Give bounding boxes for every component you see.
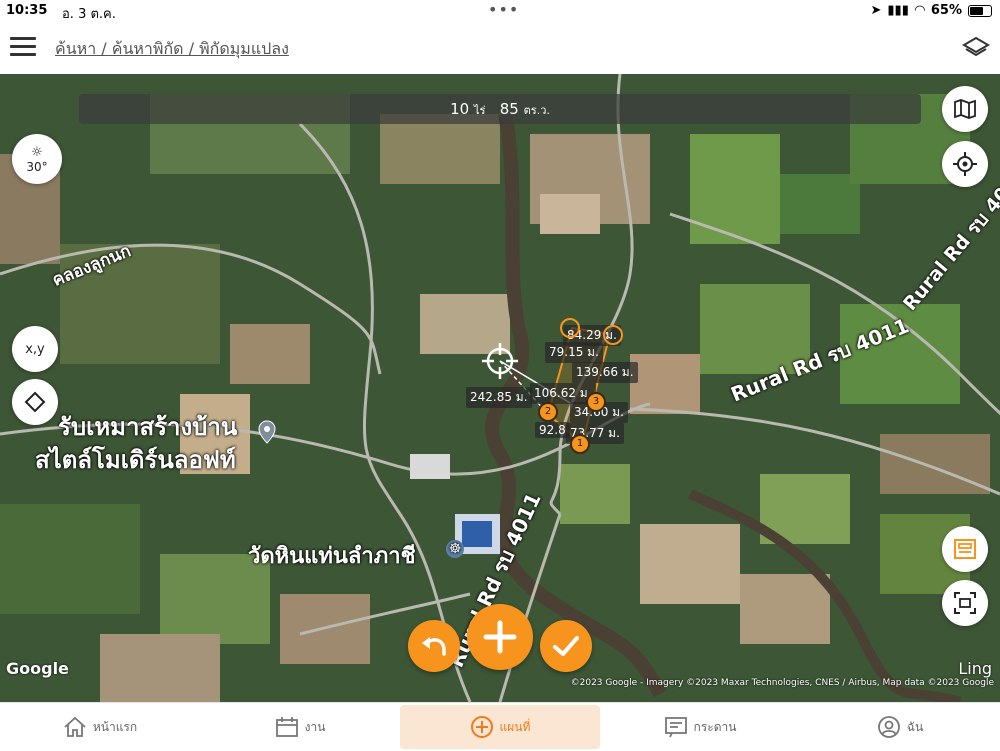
ling-label: Ling <box>958 659 992 678</box>
header: ค้นหา / ค้นหาพิกัด / พิกัดมุมแปลง <box>0 22 1000 74</box>
capture-button[interactable] <box>942 580 988 626</box>
measurement-label: 242.85 ม. <box>466 387 532 408</box>
board-icon <box>664 717 687 738</box>
plot-vertex[interactable]: 3 <box>586 392 606 412</box>
tab-map[interactable]: แผนที่ <box>400 705 600 749</box>
location-arrow-icon: ➤ <box>870 3 882 18</box>
measurement-label: 79.15 ม. <box>545 342 603 363</box>
plot-vertex[interactable]: 2 <box>538 402 558 422</box>
measurement-label: 92.8 <box>535 422 570 438</box>
calendar-icon <box>275 717 298 737</box>
area-summary: 10 ไร่ 85 ตร.ว. <box>79 94 921 124</box>
undo-icon <box>422 637 446 656</box>
temple-label: วัดหินแท่นลำภาชี <box>248 544 416 569</box>
xy-coordinate-button[interactable]: x,y <box>12 326 58 372</box>
plot-vertex[interactable] <box>560 318 580 338</box>
plus-icon <box>483 620 517 654</box>
sun-angle-button[interactable]: ☼ 30° <box>12 134 62 184</box>
home-icon <box>64 716 86 737</box>
breadcrumb[interactable]: ค้นหา / ค้นหาพิกัด / พิกัดมุมแปลง <box>55 37 289 62</box>
confirm-button[interactable] <box>540 620 592 672</box>
plot-vertex[interactable]: 1 <box>570 434 590 454</box>
temple-pin-icon[interactable]: ☸ <box>446 540 464 558</box>
diamond-icon <box>24 391 46 413</box>
undo-button[interactable] <box>408 620 460 672</box>
signal-icon: ▮▮▮ <box>887 3 909 18</box>
tab-work-label: งาน <box>304 719 326 734</box>
user-icon <box>877 716 900 738</box>
sun-angle-value: 30° <box>26 159 48 174</box>
report-button[interactable] <box>942 526 988 572</box>
tab-map-label: แผนที่ <box>499 719 531 734</box>
my-location-button[interactable] <box>942 141 988 187</box>
status-bar: 10:35 อ. 3 ต.ค. ••• ➤ ▮▮▮ ◠ 65% <box>0 0 1000 22</box>
tab-board[interactable]: กระดาน <box>600 703 800 751</box>
screenshot-icon <box>954 592 976 614</box>
sun-icon: ☼ <box>31 144 43 160</box>
bottom-tab-bar: หน้าแรก งาน แผนที่ กระดาน ฉัน <box>0 702 1000 751</box>
report-icon <box>954 539 976 559</box>
status-date: อ. 3 ต.ค. <box>62 7 116 22</box>
area-rai-value: 10 <box>450 100 470 118</box>
add-point-button[interactable] <box>467 604 533 670</box>
menu-icon[interactable] <box>10 37 36 57</box>
xy-label: x,y <box>25 341 45 357</box>
map-copyright[interactable]: ©2023 Google - Imagery ©2023 Maxar Techn… <box>571 678 994 688</box>
business-label-line2: สไตล์โมเดิร์นลอฟท์ <box>35 446 236 474</box>
map-icon <box>954 99 976 119</box>
satellite-map[interactable]: 10 ไร่ 85 ตร.ว. ☼ 30° x,y คลองลูกนก รับเ… <box>0 74 1000 702</box>
wifi-icon: ◠ <box>914 3 925 18</box>
status-time: 10:35 <box>6 3 48 18</box>
direction-button[interactable] <box>12 379 58 425</box>
crosshair-target-icon <box>482 343 518 379</box>
map-pin-icon[interactable] <box>258 420 276 444</box>
tab-home[interactable]: หน้าแรก <box>0 703 200 751</box>
crosshair-icon <box>953 152 977 176</box>
check-icon <box>553 636 579 656</box>
plot-vertex[interactable] <box>603 325 623 345</box>
plus-circle-icon <box>470 716 493 738</box>
area-rai-unit: ไร่ <box>474 104 486 117</box>
battery-icon <box>968 4 992 17</box>
tab-work[interactable]: งาน <box>200 703 400 751</box>
tab-home-label: หน้าแรก <box>92 719 138 734</box>
area-wa-unit: ตร.ว. <box>523 104 550 117</box>
map-type-button[interactable] <box>942 86 988 132</box>
area-wa-value: 85 <box>499 100 519 118</box>
tab-me-label: ฉัน <box>906 719 924 734</box>
tab-me[interactable]: ฉัน <box>800 703 1000 751</box>
google-logo: Google <box>6 659 69 678</box>
layers-icon[interactable] <box>962 34 990 62</box>
battery-percent: 65% <box>930 3 962 18</box>
multitask-dots-icon[interactable]: ••• <box>488 0 519 19</box>
tab-board-label: กระดาน <box>693 719 737 734</box>
measurement-label: 139.66 ม. <box>572 362 638 383</box>
